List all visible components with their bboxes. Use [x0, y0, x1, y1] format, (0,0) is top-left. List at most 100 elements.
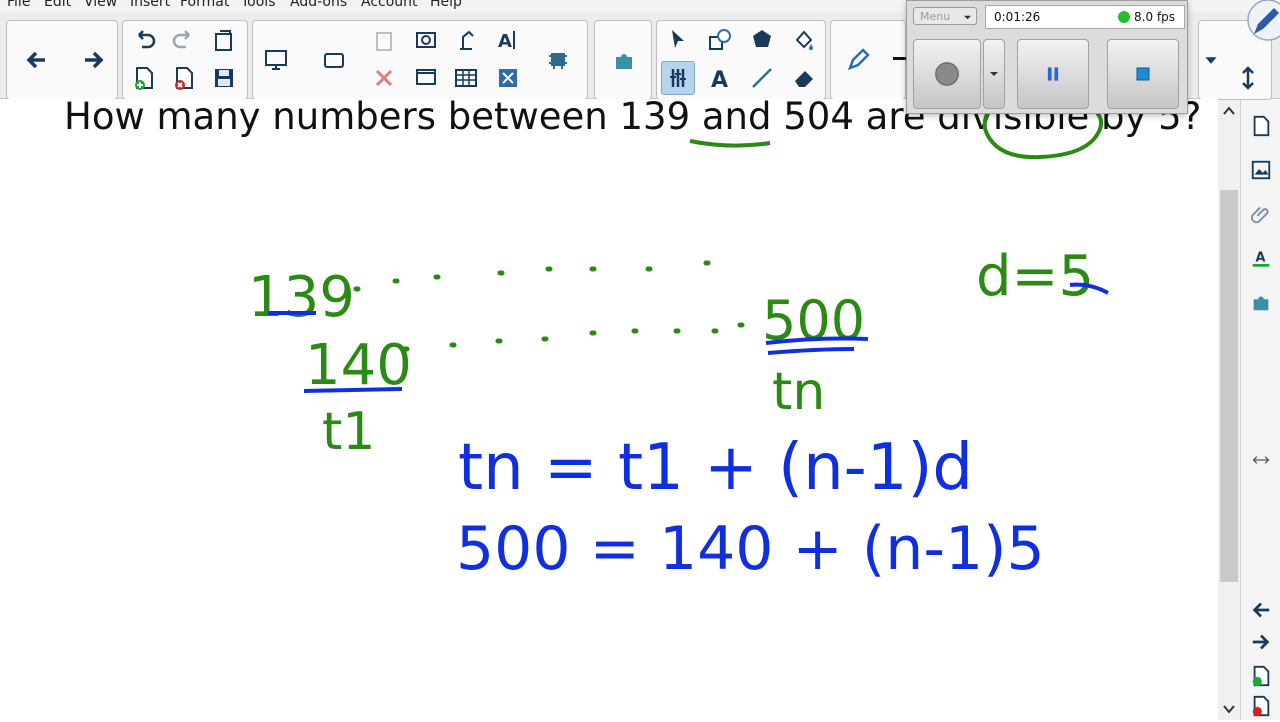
image-gallery-icon — [1251, 160, 1271, 180]
camera-button[interactable] — [317, 43, 351, 77]
right-arrow-icon — [1252, 634, 1270, 650]
shapes-icon — [709, 29, 731, 50]
delete-page-button[interactable] — [167, 61, 201, 95]
record-icon — [935, 62, 959, 86]
polygon-icon — [753, 30, 771, 47]
recognize-text-button[interactable]: A — [491, 23, 525, 57]
save-button[interactable] — [207, 61, 241, 95]
pause-button[interactable] — [1017, 39, 1089, 109]
menu-insert[interactable]: Insert — [130, 0, 170, 10]
pen-group — [830, 20, 917, 100]
handwritten-ink-layer: 139 140 t1 500 tn d=5 tn = t1 + (n-1)d 5… — [248, 99, 1109, 584]
panel-next-page-button[interactable] — [1245, 626, 1277, 658]
line-icon — [752, 68, 772, 88]
pen-tool-button[interactable] — [841, 43, 875, 77]
chevron-down-icon — [1205, 57, 1217, 64]
document-camera-icon — [460, 30, 474, 50]
menu-edit[interactable]: Edit — [44, 0, 71, 10]
panel-delete-page-button[interactable] — [1245, 690, 1277, 722]
recognize-text-icon: A — [498, 31, 515, 52]
svg-text:A: A — [498, 31, 512, 52]
panel-resize-handle[interactable] — [1245, 444, 1277, 476]
redo-button[interactable] — [167, 23, 201, 57]
scroll-up-icon[interactable] — [1218, 104, 1240, 118]
line-tool-button[interactable] — [745, 61, 779, 95]
menu-file[interactable]: File — [7, 0, 30, 10]
add-page-icon — [135, 67, 153, 90]
paste-page-button[interactable] — [207, 23, 241, 57]
menu-account[interactable]: Account — [361, 0, 418, 10]
screen-capture-button[interactable] — [409, 23, 443, 57]
gallery-tab[interactable] — [1245, 154, 1277, 186]
pen-icon — [847, 48, 870, 71]
full-screen-icon — [499, 69, 517, 87]
side-panel: A — [1240, 100, 1280, 720]
attachments-tab[interactable] — [1245, 198, 1277, 230]
addons-button[interactable] — [607, 43, 641, 77]
general-term-formula: tn = t1 + (n-1)d — [458, 431, 973, 505]
underline-504 — [689, 139, 771, 148]
table-icon — [455, 69, 477, 87]
magic-pen-icon — [670, 69, 686, 87]
document-camera-button[interactable] — [449, 23, 483, 57]
eraser-tool-button[interactable] — [787, 61, 821, 95]
delete-page-icon — [175, 67, 193, 90]
move-toolbar-button[interactable] — [1231, 61, 1265, 95]
page-sorter-tab[interactable] — [1245, 110, 1277, 142]
menu-view[interactable]: View — [84, 0, 117, 10]
scrollbar-thumb[interactable] — [1220, 190, 1238, 582]
text-tool-button[interactable]: A — [703, 61, 737, 95]
menu-tools[interactable]: Tools — [241, 0, 276, 10]
select-tool-button[interactable] — [661, 23, 695, 57]
sequence-dots-bottom — [402, 322, 745, 352]
addons-tab[interactable] — [1245, 286, 1277, 318]
fill-icon — [795, 30, 813, 50]
save-icon — [215, 69, 233, 87]
camera-icon — [324, 53, 344, 68]
page-group — [122, 20, 248, 100]
delete-button[interactable] — [367, 61, 401, 95]
recording-fps: 8.0 fps — [1134, 10, 1175, 24]
gallery-icon — [549, 53, 567, 69]
substitution-equation: 500 = 140 + (n-1)5 — [456, 514, 1045, 584]
toolbar-overflow-button[interactable] — [1199, 43, 1223, 77]
menu-addons[interactable]: Add-ons — [290, 0, 347, 10]
clipboard-button[interactable] — [367, 23, 401, 57]
screen-capture-icon — [416, 32, 436, 48]
full-screen-button[interactable] — [491, 61, 525, 95]
fill-tool-button[interactable] — [787, 23, 821, 57]
screen-recorder-panel: Menu 0:01:26 8.0 fps — [906, 0, 1188, 114]
properties-tab[interactable]: A — [1245, 242, 1277, 274]
puzzle-icon — [1253, 296, 1269, 311]
screen-shade-icon — [265, 50, 287, 70]
gallery-button[interactable] — [541, 43, 575, 77]
annotation-pen-launcher[interactable] — [1242, 0, 1280, 42]
regular-polygon-button[interactable] — [745, 23, 779, 57]
show-screen-button[interactable] — [409, 61, 443, 95]
menu-format[interactable]: Format — [180, 0, 229, 10]
navigation-group — [6, 20, 118, 100]
table-button[interactable] — [449, 61, 483, 95]
magic-pen-button[interactable] — [661, 61, 695, 95]
left-arrow-icon — [1252, 602, 1270, 618]
whiteboard-canvas[interactable]: How many numbers between 139 and 504 are… — [0, 95, 1218, 720]
stop-button[interactable] — [1107, 39, 1179, 109]
vertical-scrollbar[interactable] — [1218, 100, 1240, 720]
text-icon: A — [711, 68, 728, 91]
back-button[interactable] — [19, 43, 53, 77]
screen-shade-button[interactable] — [259, 43, 293, 77]
undo-button[interactable] — [127, 23, 161, 57]
recorder-menu-label: Menu — [920, 10, 951, 23]
panel-previous-page-button[interactable] — [1245, 594, 1277, 626]
eraser-icon — [795, 71, 813, 87]
panel-add-page-button[interactable] — [1245, 660, 1277, 692]
menu-help[interactable]: Help — [430, 0, 462, 10]
forward-button[interactable] — [77, 43, 111, 77]
shapes-tool-button[interactable] — [703, 23, 737, 57]
scroll-down-icon[interactable] — [1218, 702, 1240, 716]
tools-group: A — [252, 20, 588, 100]
recorder-menu-dropdown[interactable]: Menu — [913, 7, 977, 25]
add-page-button[interactable] — [127, 61, 161, 95]
record-button[interactable] — [913, 39, 981, 109]
record-options-dropdown[interactable] — [983, 39, 1005, 109]
